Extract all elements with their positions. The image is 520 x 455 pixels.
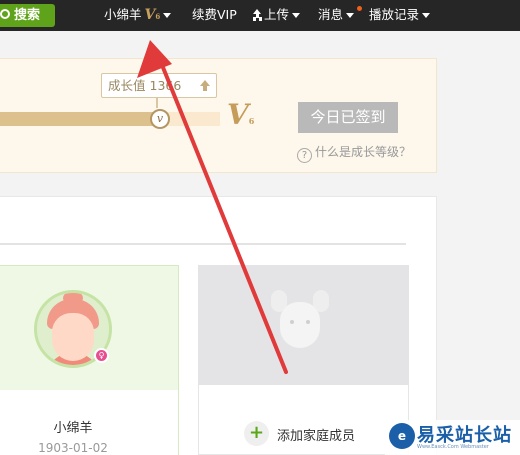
vip-level-badge: V6 xyxy=(144,7,161,23)
member-name: 小绵羊 xyxy=(53,421,93,436)
growth-value-tooltip: 成长值 1366 xyxy=(101,73,217,98)
upload-menu[interactable]: 上传 xyxy=(253,0,301,31)
divider xyxy=(0,243,406,245)
history-menu[interactable]: 播放记录 xyxy=(369,0,431,31)
chevron-down-icon xyxy=(422,13,431,18)
arrow-up-icon xyxy=(200,80,210,91)
search-icon xyxy=(0,9,10,19)
growth-progress-fill xyxy=(0,112,160,126)
plus-icon[interactable]: + xyxy=(244,421,269,446)
watermark-logo-icon: e xyxy=(389,423,415,449)
chevron-down-icon xyxy=(163,13,172,18)
next-level-badge: V6 xyxy=(227,98,255,131)
progress-knob-icon: v xyxy=(150,109,170,129)
growth-help-link[interactable]: ? 什么是成长等级？ xyxy=(297,143,411,163)
signin-button[interactable]: 今日已签到 xyxy=(298,102,398,133)
add-family-member-link[interactable]: 添加家庭成员 xyxy=(277,425,355,444)
user-menu[interactable]: 小绵羊 V6 xyxy=(104,0,172,31)
watermark-url: Www.Easck.Com Webmaster xyxy=(417,444,489,450)
messages-menu[interactable]: 消息 xyxy=(318,0,355,31)
member-birthday: 1903-01-02 xyxy=(38,441,108,455)
renew-vip-link[interactable]: 续费VIP xyxy=(192,0,237,31)
username-label: 小绵羊 xyxy=(104,7,142,22)
top-nav-bar: 搜索 小绵羊 V6 续费VIP 上传 消息 播放记录 xyxy=(0,0,520,31)
deer-avatar-icon xyxy=(271,290,329,350)
chevron-down-icon xyxy=(346,13,355,18)
tooltip-pointer xyxy=(156,97,158,108)
upload-icon xyxy=(253,9,262,20)
chevron-down-icon xyxy=(292,13,301,18)
female-icon: ♀ xyxy=(94,348,109,363)
question-icon: ? xyxy=(297,148,312,163)
search-button[interactable]: 搜索 xyxy=(0,4,55,27)
notification-dot xyxy=(357,6,362,11)
